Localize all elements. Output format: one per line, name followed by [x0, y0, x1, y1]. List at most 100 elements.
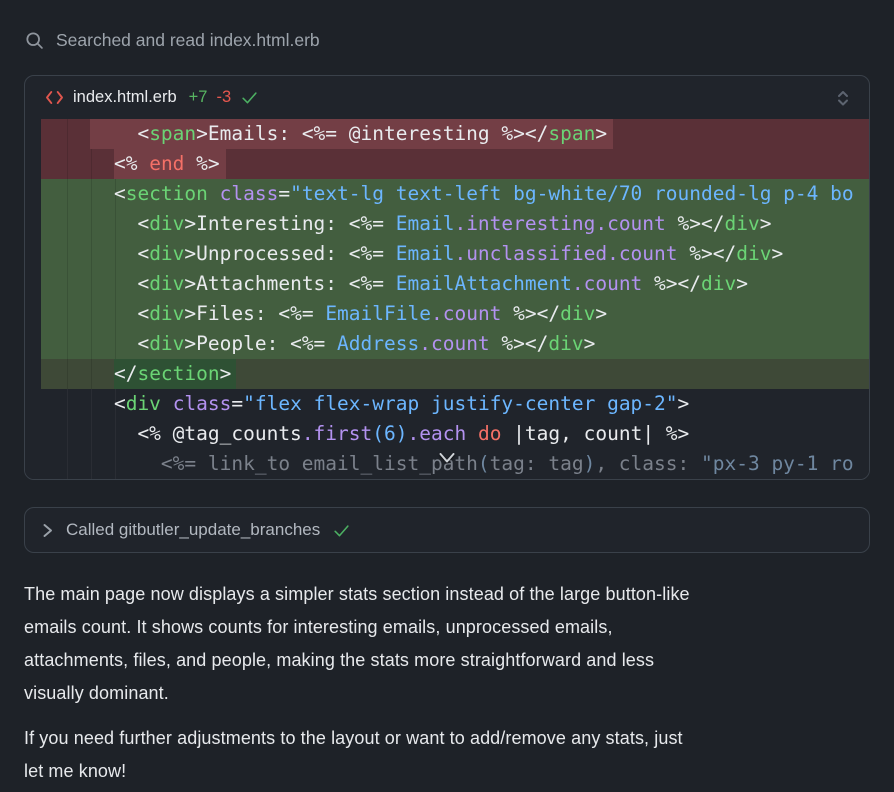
code-token: [161, 392, 173, 415]
tool-call-row[interactable]: Called gitbutler_update_branches: [24, 507, 870, 553]
code-token: <% @tag_counts: [67, 422, 302, 445]
code-token: .count: [419, 332, 489, 355]
code-token: <%= link_to email_list_path: [67, 452, 478, 475]
code-token: <: [67, 302, 149, 325]
code-token: >Unprocessed: <%=: [184, 242, 395, 265]
code-token: |tag, count| %>: [501, 422, 689, 445]
code-line: <div>Interesting: <%= Email.interesting.…: [41, 209, 869, 239]
assistant-answer: The main page now displays a simpler sta…: [0, 553, 894, 788]
code-token: "px-3 py-1 ro: [701, 452, 854, 475]
diff-additions: +7: [189, 88, 208, 107]
code-token: section: [126, 182, 208, 205]
code-token: section: [137, 362, 219, 385]
code-token: tag: tag: [490, 452, 584, 475]
code-line: <div>People: <%= Address.count %></div>: [41, 329, 869, 359]
diff-change-highlight: <span>Emails: <%= @interesting %></span>: [90, 119, 613, 149]
code-token: div: [548, 332, 583, 355]
tool-call-label: Called gitbutler_update_branches: [66, 520, 320, 540]
code-token: >Emails: <%= @interesting %></: [196, 122, 548, 145]
search-icon: [24, 30, 45, 51]
code-token: =: [278, 182, 290, 205]
code-token: %></: [501, 302, 560, 325]
code-token: EmailAttachment: [396, 272, 572, 295]
chevron-right-icon: [41, 523, 54, 538]
code-token: <: [90, 122, 149, 145]
code-token: div: [149, 332, 184, 355]
code-token: .unclassified.count: [454, 242, 677, 265]
code-token: >Attachments: <%=: [184, 272, 395, 295]
code-token: >: [678, 392, 690, 415]
code-token: class: [173, 392, 232, 415]
code-token: >Interesting: <%=: [184, 212, 395, 235]
code-token: [466, 422, 478, 445]
code-token: [208, 182, 220, 205]
code-line: <span>Emails: <%= @interesting %></span>: [41, 119, 869, 149]
code-token: (: [478, 452, 490, 475]
code-token: ): [584, 452, 596, 475]
code-token: <: [67, 392, 126, 415]
code-token: do: [478, 422, 501, 445]
code-token: >: [771, 242, 783, 265]
code-token: </: [114, 362, 137, 385]
code-token: EmailFile: [325, 302, 431, 325]
code-token: [67, 122, 90, 145]
code-token: div: [560, 302, 595, 325]
code-token: div: [149, 272, 184, 295]
code-token: >: [584, 332, 596, 355]
chevron-down-icon[interactable]: [439, 452, 456, 464]
code-line: </section>: [41, 359, 869, 389]
chevron-up-down-icon[interactable]: [835, 88, 851, 108]
code-token: %></: [642, 272, 701, 295]
check-icon: [332, 521, 351, 540]
code-token: <: [67, 242, 149, 265]
code-token: , class:: [595, 452, 701, 475]
code-line: <section class="text-lg text-left bg-whi…: [41, 179, 869, 209]
code-line: <div>Files: <%= EmailFile.count %></div>: [41, 299, 869, 329]
code-token: <%: [114, 152, 149, 175]
code-token: %></: [490, 332, 549, 355]
code-token: "flex flex-wrap justify-center gap-2": [243, 392, 677, 415]
assistant-paragraph: If you need further adjustments to the l…: [24, 722, 870, 788]
code-token: <: [67, 332, 149, 355]
code-token: Email: [396, 242, 455, 265]
code-token: %>: [184, 152, 219, 175]
code-token: >: [760, 212, 772, 235]
tool-use-header[interactable]: Searched and read index.html.erb: [0, 0, 894, 52]
check-icon: [240, 88, 259, 107]
code-token: >People: <%=: [184, 332, 337, 355]
code-line: <div>Attachments: <%= EmailAttachment.co…: [41, 269, 869, 299]
code-token: (6): [372, 422, 407, 445]
code-line: <div class="flex flex-wrap justify-cente…: [41, 389, 869, 419]
code-token: class: [220, 182, 279, 205]
code-token: >: [736, 272, 748, 295]
diff-card-header[interactable]: index.html.erb +7 -3: [25, 76, 869, 119]
diff-change-highlight: <% end %>: [114, 149, 226, 179]
code-token: >: [220, 362, 232, 385]
assistant-paragraph: The main page now displays a simpler sta…: [24, 578, 870, 710]
code-token: .count: [572, 272, 642, 295]
code-token: <: [67, 272, 149, 295]
diff-deletions: -3: [216, 88, 231, 107]
code-token: %></: [678, 242, 737, 265]
code-token: Address: [337, 332, 419, 355]
code-token: Email: [396, 212, 455, 235]
code-token: >Files: <%=: [184, 302, 325, 325]
code-lines: <span>Emails: <%= @interesting %></span>…: [41, 119, 869, 479]
code-token: span: [548, 122, 595, 145]
code-token: >: [595, 302, 607, 325]
code-token: .each: [408, 422, 467, 445]
code-token: [67, 152, 114, 175]
code-token: div: [149, 242, 184, 265]
code-token: .first: [302, 422, 372, 445]
code-token: div: [736, 242, 771, 265]
code-token: "text-lg text-left bg-white/70 rounded-l…: [290, 182, 854, 205]
code-file-icon: [45, 89, 64, 106]
code-token: div: [149, 302, 184, 325]
code-token: end: [149, 152, 184, 175]
tool-use-label: Searched and read index.html.erb: [56, 30, 320, 51]
code-token: .count: [431, 302, 501, 325]
diff-card: index.html.erb +7 -3 < span>Emails: <%= @…: [24, 75, 870, 480]
code-token: div: [701, 272, 736, 295]
diff-code-block[interactable]: <span>Emails: <%= @interesting %></span>…: [25, 119, 869, 479]
code-line: <div>Unprocessed: <%= Email.unclassified…: [41, 239, 869, 269]
